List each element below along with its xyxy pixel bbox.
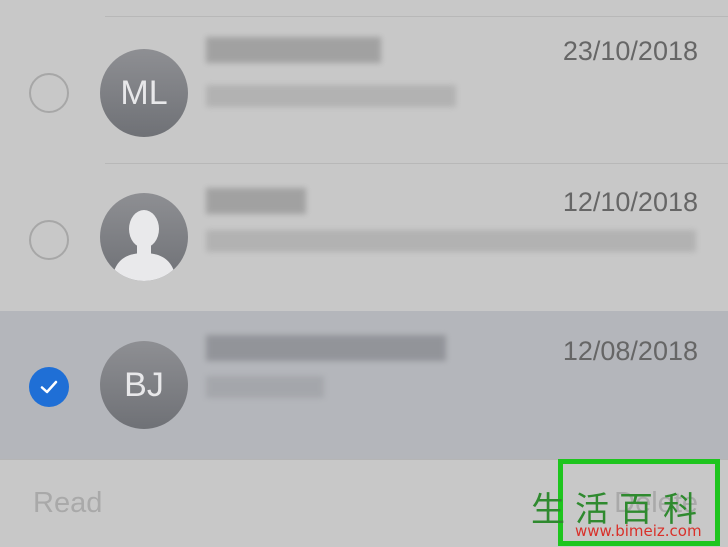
message-row[interactable]: ML 23/10/2018 xyxy=(0,17,728,163)
sender-name-blurred xyxy=(206,37,381,63)
select-radio[interactable] xyxy=(29,220,69,260)
avatar: ML xyxy=(100,49,188,137)
avatar xyxy=(100,193,188,281)
sender-name-blurred xyxy=(206,335,446,361)
message-preview-blurred xyxy=(206,230,696,252)
read-button[interactable]: Read xyxy=(33,487,102,520)
message-preview-blurred xyxy=(206,85,456,107)
message-date: 23/10/2018 xyxy=(562,36,698,66)
watermark: 生活百科 www.bimeiz.com xyxy=(527,480,728,546)
message-row-selected[interactable]: BJ 12/08/2018 xyxy=(0,311,728,459)
sender-name-blurred xyxy=(206,188,306,214)
message-date: 12/10/2018 xyxy=(562,187,698,217)
select-radio-checked[interactable] xyxy=(29,367,69,407)
message-preview-blurred xyxy=(206,376,324,398)
message-date: 12/08/2018 xyxy=(562,336,698,366)
avatar: BJ xyxy=(100,341,188,429)
avatar-initials: ML xyxy=(120,73,168,112)
checkmark-icon xyxy=(40,380,58,394)
person-silhouette-icon xyxy=(112,210,176,281)
message-row[interactable]: 12/10/2018 xyxy=(0,164,728,311)
avatar-initials: BJ xyxy=(124,365,164,404)
select-radio[interactable] xyxy=(29,73,69,113)
watermark-url: www.bimeiz.com xyxy=(575,522,702,540)
